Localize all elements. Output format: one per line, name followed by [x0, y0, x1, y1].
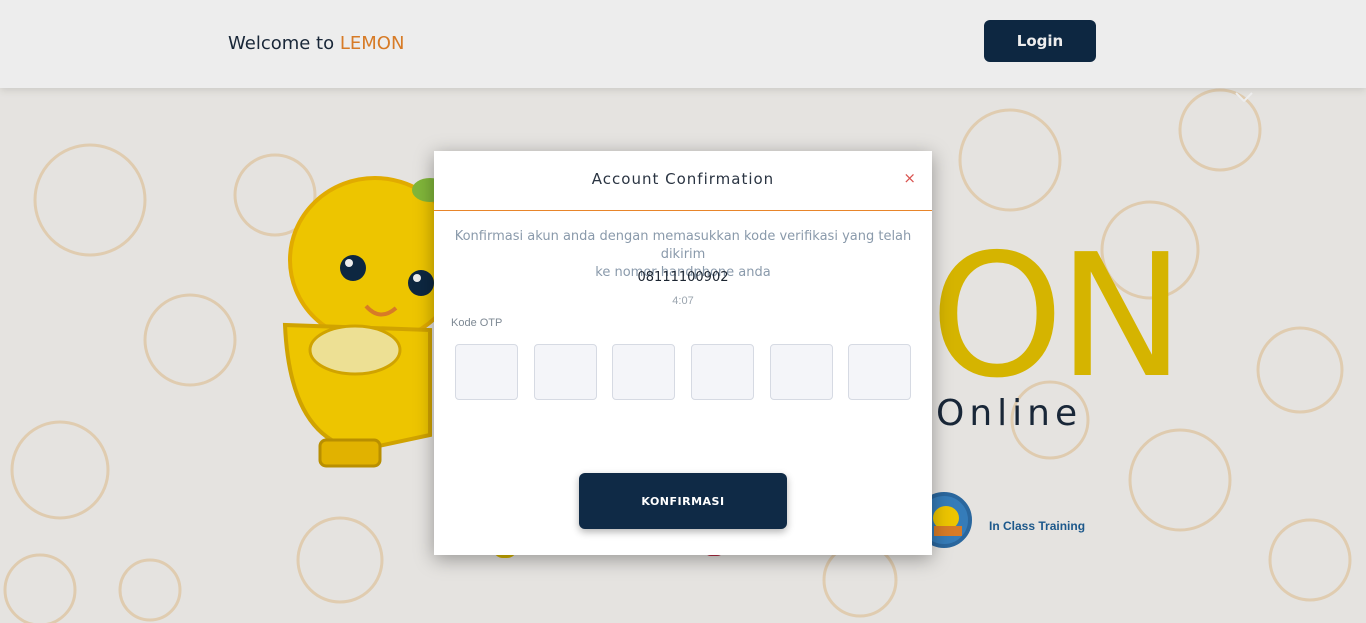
phone-number: 08111100902: [637, 270, 729, 285]
close-button[interactable]: ×: [903, 169, 916, 187]
otp-digit-5[interactable]: [770, 344, 833, 400]
otp-digit-4[interactable]: [691, 344, 754, 400]
otp-digit-1[interactable]: [455, 344, 518, 400]
otp-label: Kode OTP: [451, 317, 503, 329]
otp-digit-6[interactable]: [848, 344, 911, 400]
countdown-timer: 4:07: [672, 295, 694, 307]
modal-title: Account Confirmation: [591, 170, 775, 188]
modal-header: Account Confirmation ×: [434, 151, 932, 211]
account-confirmation-modal: Account Confirmation × Konfirmasi akun a…: [434, 151, 932, 555]
otp-digit-2[interactable]: [534, 344, 597, 400]
otp-digit-3[interactable]: [612, 344, 675, 400]
confirm-button[interactable]: KONFIRMASI: [579, 473, 787, 529]
otp-input-group: [455, 344, 911, 400]
description-line: Konfirmasi akun anda dengan memasukkan k…: [454, 229, 912, 262]
